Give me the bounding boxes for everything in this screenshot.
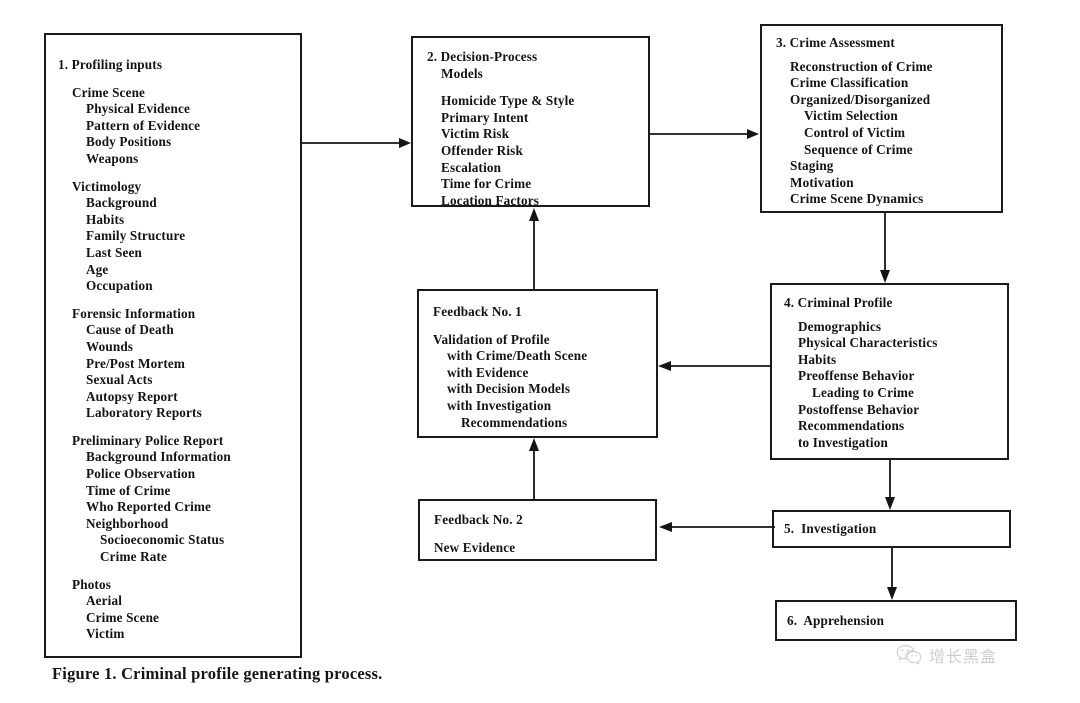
feedback1-subtitle: Validation of Profile <box>433 331 550 347</box>
list-item: with Crime/Death Scene <box>447 348 588 364</box>
list-item: Physical Characteristics <box>798 335 938 351</box>
box6-title: 6. Apprehension <box>787 613 885 628</box>
watermark-text: 增长黑盒 <box>929 647 998 666</box>
arrow-feedback-two-to-feedback-one <box>526 437 542 500</box>
box-decision-process-models: 2. Decision-Process Models Homicide Type… <box>411 36 650 208</box>
box3-title: 3. Crime Assessment <box>776 35 895 50</box>
list-subitem: Sequence of Crime <box>804 141 913 157</box>
arrow-feedback-one-to-decision <box>526 207 542 290</box>
list-item: Background <box>86 195 157 211</box>
list-item: with Decision Models <box>447 381 571 397</box>
arrow-profile-to-feedback-one <box>656 358 772 374</box>
list-subitem: Leading to Crime <box>812 384 915 400</box>
list-item: Last Seen <box>86 244 142 260</box>
list-item: Occupation <box>86 278 153 294</box>
list-item: Escalation <box>441 159 502 175</box>
box-crime-assessment: 3. Crime Assessment Reconstruction of Cr… <box>760 24 1003 213</box>
list-item: Wounds <box>86 338 134 354</box>
group-heading-preliminary-police-report: Preliminary Police Report <box>72 432 224 448</box>
list-item: Police Observation <box>86 466 196 482</box>
box4-title: 4. Criminal Profile <box>784 295 893 310</box>
group-heading-victimology: Victimology <box>72 178 142 194</box>
list-item: Time for Crime <box>441 176 532 192</box>
list-subitem: Socioeconomic Status <box>100 532 225 548</box>
list-subitem: Recommendations <box>461 414 568 430</box>
watermark: 增长黑盒 <box>896 643 997 667</box>
list-subitem: Control of Victim <box>804 124 906 140</box>
list-item: Crime Classification <box>790 75 909 91</box>
box2-title-line1: 2. Decision-Process <box>427 49 538 64</box>
list-item: Neighborhood <box>86 515 169 531</box>
box-criminal-profile: 4. Criminal Profile Demographics Physica… <box>770 283 1009 460</box>
box1-title: 1. Profiling inputs <box>58 57 163 72</box>
list-item: Habits <box>798 351 837 367</box>
list-item: Staging <box>790 158 834 174</box>
list-item: Age <box>86 261 109 277</box>
list-item: Recommendations <box>798 418 905 434</box>
list-item: Cause of Death <box>86 322 174 338</box>
box-feedback-no-2: Feedback No. 2 New Evidence <box>418 499 657 561</box>
list-item: Weapons <box>86 150 139 166</box>
feedback1-title: Feedback No. 1 <box>433 304 522 319</box>
list-item: Family Structure <box>86 228 186 244</box>
list-item: Physical Evidence <box>86 101 191 117</box>
list-item: Organized/Disorganized <box>790 91 931 107</box>
group-heading-forensic-information: Forensic Information <box>72 305 196 321</box>
list-item: Demographics <box>798 318 882 334</box>
box5-title: 5. Investigation <box>784 521 877 536</box>
list-item: with Evidence <box>447 364 529 380</box>
list-item: with Investigation <box>447 397 552 413</box>
arrow-profile-to-investigation <box>882 460 898 512</box>
list-item: to Investigation <box>798 434 888 450</box>
arrow-investigation-to-feedback-two <box>657 519 775 535</box>
box-investigation: 5. Investigation <box>772 510 1011 548</box>
list-item: Victim <box>86 626 125 642</box>
list-item: Who Reported Crime <box>86 499 212 515</box>
group-heading-crime-scene: Crime Scene <box>72 84 146 100</box>
group-heading-photos: Photos <box>72 576 112 592</box>
list-subitem: Crime Rate <box>100 549 168 565</box>
wechat-icon <box>896 644 922 666</box>
feedback2-title: Feedback No. 2 <box>434 512 523 527</box>
box-apprehension: 6. Apprehension <box>775 600 1017 641</box>
list-item: Pre/Post Mortem <box>86 355 186 371</box>
list-item: Sexual Acts <box>86 372 153 388</box>
list-item: Crime Scene <box>86 609 160 625</box>
figure-caption: Figure 1. Criminal profile generating pr… <box>52 664 383 683</box>
list-item: Offender Risk <box>441 142 523 158</box>
list-item: Motivation <box>790 174 854 190</box>
arrow-investigation-to-apprehension <box>884 548 900 602</box>
list-item: Victim Risk <box>441 126 510 142</box>
list-item: Preoffense Behavior <box>798 368 915 384</box>
arrow-profiling-to-decision <box>302 135 414 151</box>
box-feedback-no-1: Feedback No. 1 Validation of Profile wit… <box>417 289 658 438</box>
list-item: Primary Intent <box>441 109 529 125</box>
list-item: Postoffense Behavior <box>798 401 920 417</box>
box-profiling-inputs: 1. Profiling inputs Crime Scene Physical… <box>44 33 302 658</box>
arrow-decision-to-assessment <box>650 126 762 142</box>
list-item: Habits <box>86 211 125 227</box>
list-item: Crime Scene Dynamics <box>790 191 924 207</box>
list-item: Aerial <box>86 593 123 609</box>
box2-title-line2: Models <box>441 65 483 81</box>
feedback2-body: New Evidence <box>434 539 516 555</box>
list-item: Reconstruction of Crime <box>790 58 933 74</box>
list-item: Pattern of Evidence <box>86 117 201 133</box>
list-item: Background Information <box>86 449 231 465</box>
list-item: Body Positions <box>86 134 172 150</box>
list-item: Time of Crime <box>86 482 171 498</box>
list-item: Autopsy Report <box>86 388 178 404</box>
list-subitem: Victim Selection <box>804 108 898 124</box>
list-item: Homicide Type & Style <box>441 93 575 109</box>
list-item: Laboratory Reports <box>86 405 202 421</box>
criminal-profile-diagram: 1. Profiling inputs Crime Scene Physical… <box>0 0 1080 703</box>
arrow-assessment-to-profile <box>877 213 893 285</box>
